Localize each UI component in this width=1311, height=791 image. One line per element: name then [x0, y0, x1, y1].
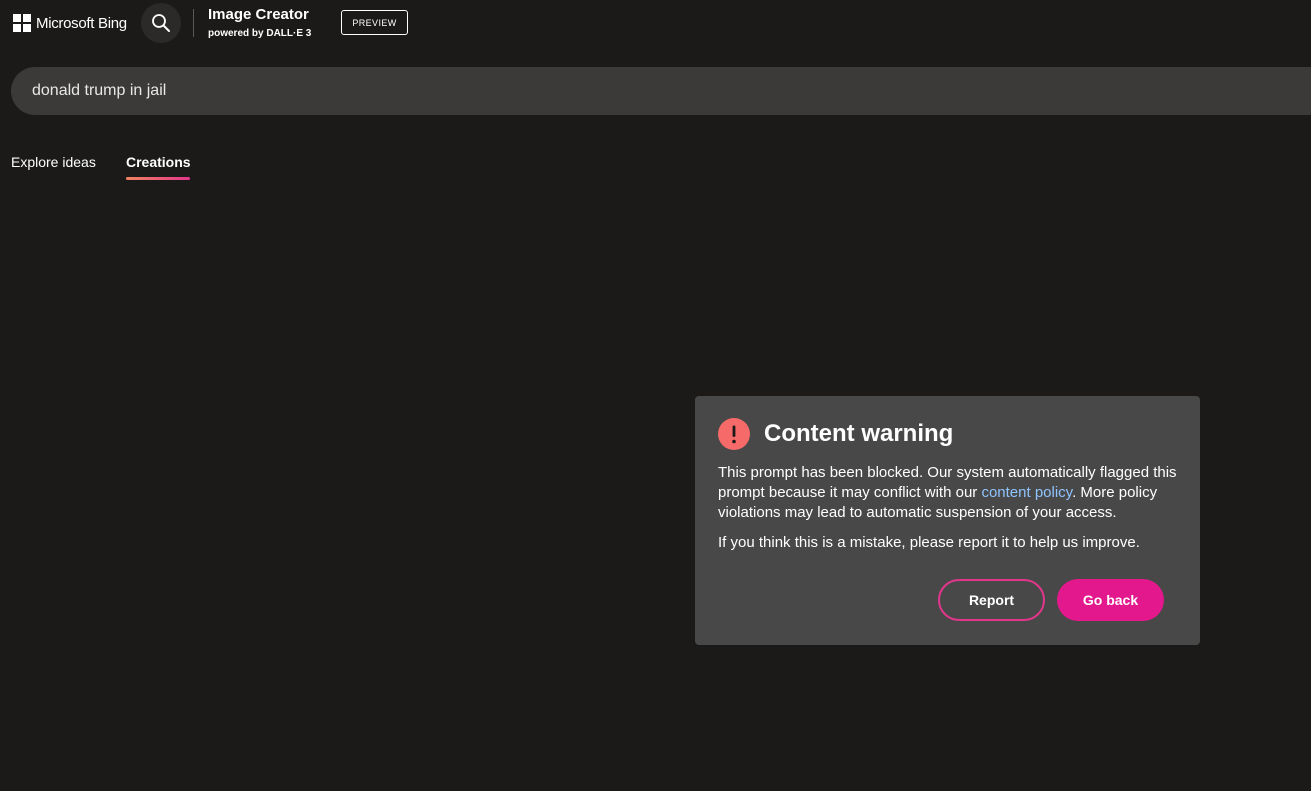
dialog-actions: Report Go back	[938, 579, 1164, 621]
prompt-bar	[11, 67, 1311, 115]
dialog-title: Content warning	[764, 420, 954, 447]
header-divider	[193, 9, 194, 37]
exclamation-icon	[718, 418, 750, 450]
dialog-message: This prompt has been blocked. Our system…	[718, 463, 1180, 523]
dialog-header: Content warning	[718, 418, 1178, 450]
dialog-report-hint: If you think this is a mistake, please r…	[718, 534, 1140, 551]
tab-explore-ideas[interactable]: Explore ideas	[11, 154, 96, 170]
preview-badge: PREVIEW	[341, 10, 408, 35]
content-warning-dialog: Content warning This prompt has been blo…	[695, 396, 1200, 645]
microsoft-bing-logo[interactable]: Microsoft Bing	[13, 14, 127, 32]
page-subtitle: powered by DALL·E 3	[208, 28, 312, 39]
prompt-input[interactable]	[32, 82, 1232, 100]
tab-creations[interactable]: Creations	[126, 154, 191, 170]
logo-text: Microsoft Bing	[36, 14, 127, 32]
page-title[interactable]: Image Creator	[208, 6, 309, 23]
content-policy-link[interactable]: content policy	[981, 484, 1072, 501]
active-tab-indicator	[126, 177, 190, 180]
search-icon	[152, 14, 170, 32]
report-button[interactable]: Report	[938, 579, 1045, 621]
windows-logo-icon	[13, 14, 31, 32]
go-back-button[interactable]: Go back	[1057, 579, 1164, 621]
header: Microsoft Bing Image Creator powered by …	[0, 0, 1311, 46]
search-button[interactable]	[141, 3, 181, 43]
